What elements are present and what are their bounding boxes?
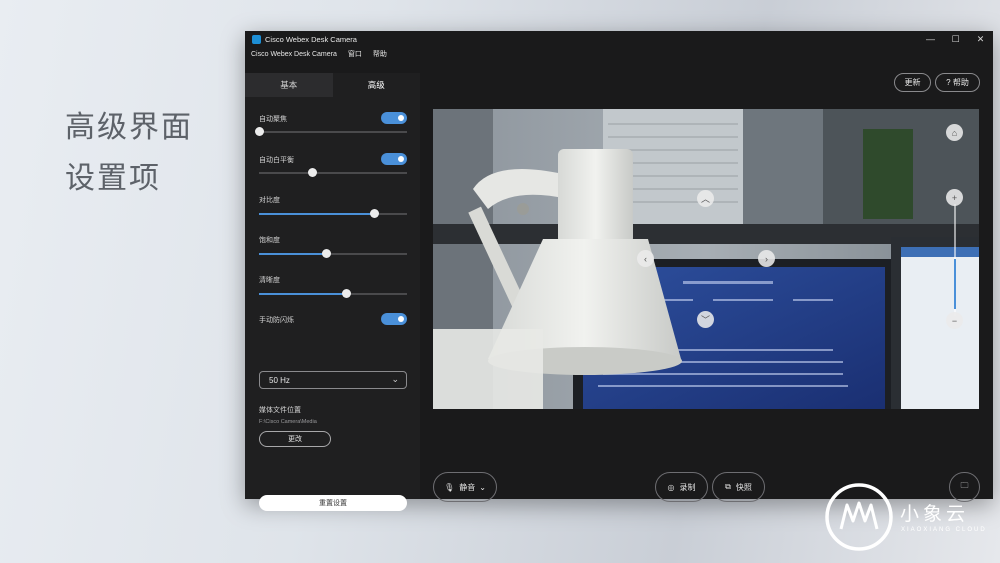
- menu-bar: Cisco Webex Desk Camera 窗口 帮助: [245, 47, 993, 61]
- sharpness-label: 清晰度: [259, 277, 280, 284]
- auto-focus-toggle[interactable]: [381, 112, 407, 124]
- slide-heading-line2: 设置项: [65, 161, 161, 196]
- slider-thumb[interactable]: [370, 209, 380, 218]
- focus-slider[interactable]: [255, 127, 407, 137]
- chevron-down-icon: ⌄: [479, 482, 486, 492]
- snapshot-label: 快照: [735, 482, 752, 492]
- change-location-button[interactable]: 更改: [259, 431, 331, 447]
- brand-name: 小象云: [900, 504, 970, 525]
- slider-thumb[interactable]: [342, 289, 352, 298]
- menu-item-window[interactable]: 窗口: [348, 49, 362, 59]
- slider-thumb[interactable]: [308, 168, 318, 177]
- zoom-in-button[interactable]: +: [946, 189, 963, 206]
- tab-advanced[interactable]: 高级: [332, 73, 420, 97]
- home-icon: ⌂: [951, 127, 958, 138]
- tab-basic[interactable]: 基本: [245, 73, 333, 97]
- zoom-out-button[interactable]: −: [946, 312, 963, 329]
- snapshot-icon: ⧉: [725, 482, 731, 491]
- media-location-path: F:\Cisco Camera\Media: [259, 419, 317, 425]
- help-button[interactable]: ? 帮助: [935, 73, 980, 92]
- close-button[interactable]: ✕: [968, 31, 993, 47]
- record-icon: ◎: [667, 482, 675, 492]
- window-controls: — ☐ ✕: [918, 31, 993, 47]
- contrast-label: 对比度: [259, 197, 280, 204]
- flicker-frequency-select[interactable]: 50 Hz ⌄: [259, 371, 407, 389]
- menu-item-help[interactable]: 帮助: [373, 49, 387, 59]
- camera-preview: ︿ ﹀ ‹ › ⌂ + −: [433, 109, 979, 409]
- open-folder-button[interactable]: 🗀: [949, 472, 980, 502]
- record-label: 录制: [679, 482, 696, 492]
- sharpness-slider[interactable]: [259, 289, 407, 299]
- minus-icon: −: [951, 315, 958, 326]
- slider-track: [259, 172, 407, 174]
- slider-fill: [259, 253, 326, 255]
- maximize-button[interactable]: ☐: [943, 31, 968, 47]
- pan-right-button[interactable]: ›: [758, 250, 775, 267]
- slider-track: [259, 131, 407, 133]
- slider-fill: [259, 293, 347, 295]
- app-logo-icon: [252, 34, 261, 44]
- camera-feed-image: [433, 109, 979, 409]
- pan-left-button[interactable]: ‹: [637, 250, 654, 267]
- brand-subtitle: XIAOXIANG CLOUD: [901, 527, 987, 533]
- settings-tabs: 基本 高级: [245, 73, 420, 97]
- media-location-label: 媒体文件位置: [259, 407, 301, 414]
- settings-sidebar: 基本 高级 自动聚焦 自动白平衡 对比度 饱和度 清晰度 手动防闪烁 50 Hz…: [245, 73, 420, 511]
- chevron-up-icon: ︿: [700, 194, 710, 204]
- menu-item-app[interactable]: Cisco Webex Desk Camera: [251, 51, 337, 58]
- snapshot-button[interactable]: ⧉ 快照: [712, 472, 765, 502]
- minimize-button[interactable]: —: [918, 31, 943, 47]
- pan-up-button[interactable]: ︿: [697, 190, 714, 207]
- mute-button[interactable]: 🎙 静音 ⌄: [433, 472, 497, 502]
- chevron-down-icon: ⌄: [391, 374, 399, 384]
- white-balance-slider[interactable]: [259, 168, 407, 178]
- window-title: Cisco Webex Desk Camera: [265, 34, 357, 44]
- anti-flicker-toggle[interactable]: [381, 313, 407, 325]
- app-window: Cisco Webex Desk Camera — ☐ ✕ Cisco Webe…: [245, 31, 993, 511]
- slider-thumb[interactable]: [321, 249, 331, 258]
- folder-icon: 🗀: [960, 481, 969, 490]
- reset-settings-button[interactable]: 重置设置: [259, 495, 407, 511]
- update-button[interactable]: 更新: [894, 73, 931, 92]
- brand-logo-icon: [825, 483, 893, 551]
- anti-flicker-label: 手动防闪烁: [259, 317, 294, 324]
- auto-white-balance-label: 自动白平衡: [259, 157, 294, 164]
- zoom-slider-fill: [954, 259, 956, 309]
- plus-icon: +: [951, 192, 958, 203]
- auto-focus-label: 自动聚焦: [259, 116, 287, 123]
- home-position-button[interactable]: ⌂: [946, 124, 963, 141]
- saturation-label: 饱和度: [259, 237, 280, 244]
- auto-white-balance-toggle[interactable]: [381, 153, 407, 165]
- title-bar: Cisco Webex Desk Camera — ☐ ✕: [245, 31, 993, 47]
- camera-main-area: 更新 ? 帮助 ︿ ﹀ ‹ › ⌂ + − 🎙 静音 ⌄ ◎ 录制 ⧉ 快照 🗀: [420, 73, 993, 502]
- saturation-slider[interactable]: [259, 249, 407, 259]
- slider-fill: [259, 213, 375, 215]
- mic-icon: 🎙: [444, 482, 455, 492]
- contrast-slider[interactable]: [259, 209, 407, 219]
- slider-thumb[interactable]: [255, 127, 264, 136]
- flicker-frequency-value: 50 Hz: [269, 375, 290, 385]
- chevron-right-icon: ›: [765, 253, 768, 264]
- mute-label: 静音: [459, 482, 476, 492]
- slide-heading-line1: 高级界面: [65, 110, 193, 145]
- chevron-left-icon: ‹: [644, 253, 647, 264]
- chevron-down-icon: ﹀: [700, 315, 710, 325]
- record-button[interactable]: ◎ 录制: [655, 472, 708, 502]
- pan-down-button[interactable]: ﹀: [697, 311, 714, 328]
